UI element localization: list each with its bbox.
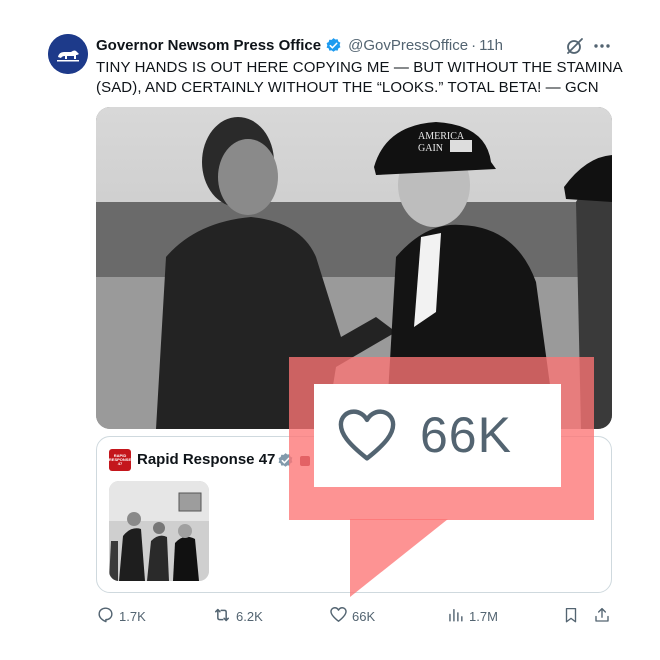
zoomed-like-box: 66K — [314, 384, 561, 487]
reply-button[interactable]: 1.7K — [96, 604, 146, 628]
display-name[interactable]: Governor Newsom Press Office — [96, 37, 321, 54]
quote-avatar-text: 47 — [117, 461, 123, 466]
zoomed-like-count: 66K — [420, 407, 512, 463]
quote-avatar[interactable]: RAPID RESPONSE 47 — [109, 449, 131, 471]
like-button[interactable]: 66K — [329, 604, 375, 628]
hat-text: GAIN — [418, 143, 443, 154]
verified-badge-icon[interactable] — [325, 37, 342, 54]
reply-icon — [96, 605, 115, 627]
tweet-text-line: TINY HANDS IS OUT HERE COPYING ME — BUT … — [96, 59, 623, 76]
repost-icon — [212, 605, 232, 628]
quote-display-name[interactable]: Rapid Response 47 — [137, 451, 275, 468]
share-button[interactable] — [593, 604, 611, 628]
avatar[interactable] — [48, 34, 88, 74]
share-icon — [593, 606, 611, 627]
repost-button[interactable]: 6.2K — [212, 604, 263, 628]
bear-icon — [48, 34, 88, 74]
action-bar: 1.7K 6.2K 66K 1.7M — [96, 604, 616, 628]
separator-dot: · — [471, 36, 477, 54]
reply-count: 1.7K — [119, 608, 146, 624]
handle[interactable]: @GovPressOffice — [348, 37, 468, 54]
repost-count: 6.2K — [236, 608, 263, 624]
bookmark-button[interactable] — [562, 604, 580, 628]
views-chart-icon — [446, 605, 465, 627]
heart-icon — [334, 402, 400, 473]
heart-icon — [329, 605, 348, 627]
bookmark-icon — [562, 606, 580, 627]
tweet-header: Governor Newsom Press Office @GovPressOf… — [96, 35, 503, 55]
tweet-text-line: (SAD), AND CERTAINLY WITHOUT THE “LOOKS.… — [96, 79, 599, 96]
tweet-text: TINY HANDS IS OUT HERE COPYING ME — BUT … — [96, 58, 623, 98]
like-count: 66K — [352, 608, 376, 624]
timestamp[interactable]: 11h — [479, 37, 503, 54]
callout-tail — [350, 519, 448, 597]
views-count: 1.7M — [469, 608, 498, 624]
quote-photo[interactable] — [109, 481, 209, 581]
views-button[interactable]: 1.7M — [446, 604, 498, 628]
